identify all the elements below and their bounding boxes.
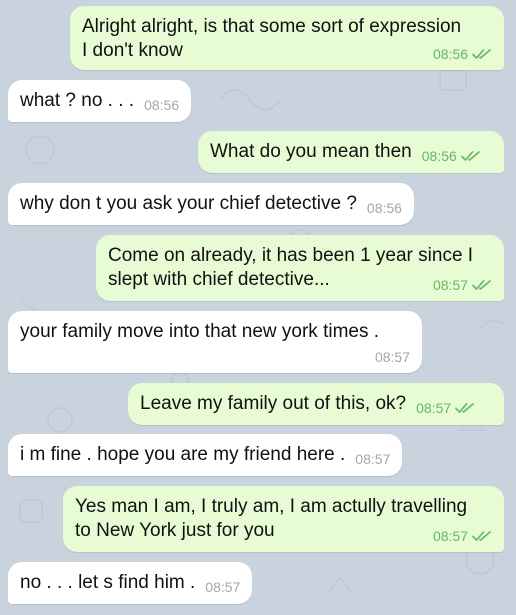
message-text: Leave my family out of this, ok? — [140, 393, 407, 414]
message-incoming[interactable]: what ? no . . . 08:56 — [8, 80, 192, 122]
double-check-icon — [472, 531, 491, 541]
message-meta: 08:56 — [433, 46, 492, 62]
message-text: why don t you ask your chief detective ? — [20, 193, 357, 214]
message-outgoing[interactable]: Alright alright, is that some sort of ex… — [70, 6, 504, 70]
message-text: no . . . let s find him . — [20, 572, 196, 593]
message-time: 08:57 — [374, 349, 410, 365]
double-check-icon — [455, 403, 475, 413]
double-check-icon — [472, 280, 491, 290]
message-incoming[interactable]: why don t you ask your chief detective ?… — [8, 183, 414, 225]
message-incoming[interactable]: no . . . let s find him . 08:57 — [8, 562, 253, 604]
message-meta: 08:57 — [205, 579, 240, 595]
message-time: 08:57 — [416, 400, 452, 416]
message-text: what ? no . . . — [20, 90, 135, 111]
message-incoming[interactable]: your family move into that new york time… — [8, 311, 422, 373]
message-time: 08:57 — [432, 528, 468, 544]
message-time: 08:56 — [366, 200, 402, 216]
message-outgoing[interactable]: Leave my family out of this, ok? 08:57 — [128, 383, 504, 425]
message-outgoing[interactable]: Yes man I am, I truly am, I am actully t… — [63, 486, 504, 552]
double-check-icon — [472, 49, 491, 59]
message-outgoing[interactable]: What do you mean then 08:56 — [198, 131, 504, 173]
message-time: 08:56 — [421, 148, 457, 164]
message-time: 08:57 — [205, 579, 241, 595]
message-meta: 08:57 — [433, 528, 492, 544]
message-text: Alright alright, is that some sort of ex… — [82, 16, 462, 61]
message-incoming[interactable]: i m fine . hope you are my friend here .… — [8, 434, 403, 476]
message-meta: 08:57 — [416, 400, 475, 416]
message-meta: 08:56 — [367, 200, 402, 216]
message-meta: 08:56 — [144, 97, 179, 113]
message-meta: 08:57 — [433, 277, 492, 293]
message-time: 08:57 — [432, 277, 468, 293]
message-list[interactable]: Alright alright, is that some sort of ex… — [0, 0, 516, 610]
message-outgoing[interactable]: Come on already, it has been 1 year sinc… — [96, 235, 504, 301]
message-text: What do you mean then — [210, 141, 412, 162]
message-time: 08:56 — [432, 46, 468, 62]
message-text: Yes man I am, I truly am, I am actully t… — [75, 496, 468, 541]
message-text: i m fine . hope you are my friend here . — [20, 444, 346, 465]
double-check-icon — [460, 151, 480, 161]
message-text: your family move into that new york time… — [20, 321, 380, 342]
message-time: 08:56 — [144, 97, 180, 113]
message-meta: 08:56 — [422, 148, 481, 164]
message-time: 08:57 — [355, 451, 391, 467]
message-meta: 08:57 — [375, 349, 410, 365]
message-meta: 08:57 — [355, 451, 390, 467]
